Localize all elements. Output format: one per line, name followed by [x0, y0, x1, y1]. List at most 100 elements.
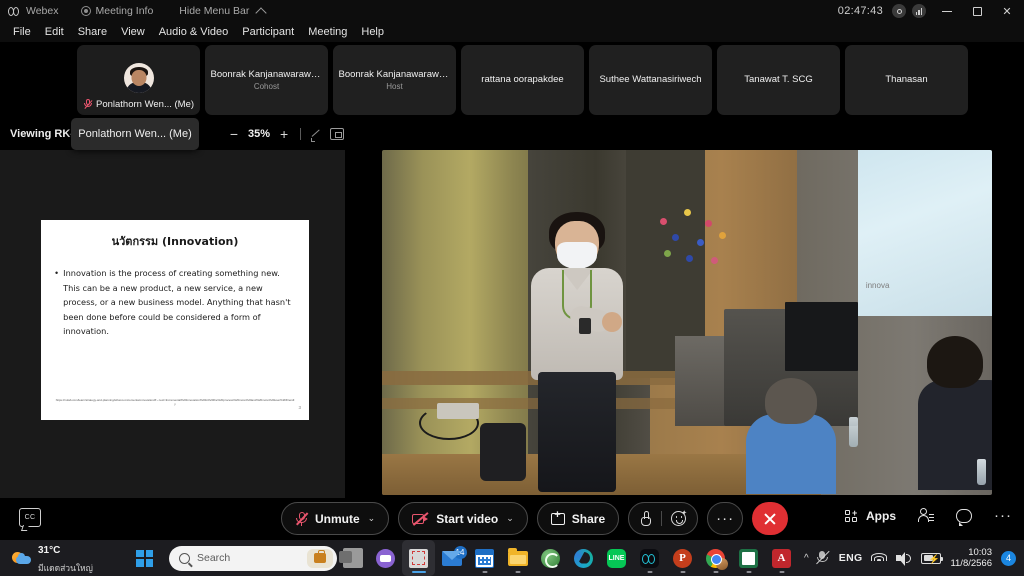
powerpoint-icon: P [673, 548, 692, 568]
zoom-level: 35% [248, 128, 271, 140]
clock[interactable]: 10:03 11/8/2566 [950, 547, 992, 570]
menu-view[interactable]: View [114, 24, 152, 40]
audience-member [888, 336, 992, 495]
speaker-icon[interactable] [896, 551, 912, 566]
acrobat-icon: A [772, 548, 791, 568]
chevron-down-icon[interactable]: ⌄ [368, 513, 376, 524]
active-speaker-video[interactable]: innova [382, 150, 992, 495]
info-circle-icon [80, 6, 91, 16]
language-indicator[interactable]: ENG [839, 552, 863, 564]
participants-icon[interactable] [918, 508, 934, 523]
start-button-icon[interactable] [136, 549, 153, 567]
shared-content-pane[interactable]: นวัตกรรม (Innovation) • Innovation is th… [0, 150, 345, 498]
unmute-button[interactable]: Unmute ⌄ [281, 502, 390, 535]
window-controls: 02:47:43 ✕ [838, 0, 1024, 22]
taskbar-acrobat[interactable]: A [765, 540, 798, 576]
share-screen-icon [550, 510, 565, 525]
weather-description: มีแดดส่วนใหญ่ [38, 564, 93, 574]
taskbar-snipping-tool[interactable] [402, 540, 435, 576]
taskbar-xbox[interactable] [534, 540, 567, 576]
hide-menu-bar-button[interactable]: Hide Menu Bar [179, 5, 268, 19]
participant-thumbnail[interactable]: Tanawat T. SCG [717, 45, 840, 115]
menu-file[interactable]: File [6, 24, 38, 40]
participant-tooltip: Ponlathorn Wen... (Me) [71, 118, 199, 150]
battery-charging-icon[interactable]: ⚡ [921, 552, 944, 564]
menu-edit[interactable]: Edit [38, 24, 71, 40]
taskbar-line[interactable]: LINE [600, 540, 633, 576]
divider [661, 511, 663, 526]
taskbar-chrome[interactable] [699, 540, 732, 576]
presenter-figure [522, 212, 632, 495]
taskbar-apps: 14 LINE P A ^ [336, 540, 809, 576]
start-video-button[interactable]: Start video ⌄ [398, 502, 528, 535]
webex-logo-icon [8, 6, 21, 17]
apps-label: Apps [866, 508, 896, 523]
slide-body-text: Innovation is the process of creating so… [63, 268, 291, 337]
zoom-controls: − 35% + [224, 124, 347, 144]
show-hidden-icons-icon[interactable]: ^ [804, 553, 809, 564]
search-input[interactable]: Search [169, 545, 337, 571]
participant-thumbnail-self[interactable]: Ponlathorn Wen... (Me) [77, 45, 200, 115]
webex-meeting-window: Webex Meeting Info Hide Menu Bar 02:47:4… [0, 0, 1024, 576]
pen-annotate-icon[interactable] [307, 124, 327, 144]
divider [300, 128, 302, 140]
menu-audio-video[interactable]: Audio & Video [152, 24, 236, 40]
taskbar-edge[interactable] [567, 540, 600, 576]
share-button[interactable]: Share [536, 502, 620, 535]
participant-name: Ponlathorn Wen... (Me) [96, 98, 195, 110]
end-meeting-button[interactable] [752, 502, 789, 535]
menu-help[interactable]: Help [354, 24, 391, 40]
taskbar-webex[interactable] [633, 540, 666, 576]
app-name: Webex [26, 5, 59, 17]
close-button[interactable]: ✕ [992, 0, 1022, 22]
wifi-icon[interactable] [871, 552, 888, 565]
reactions-smiley-icon[interactable]: ✦ [671, 510, 687, 526]
chevron-down-icon[interactable]: ⌄ [506, 513, 514, 524]
participant-name: Boonrak Kanjanawarawa... [338, 68, 451, 80]
chat-bubble-icon[interactable] [956, 508, 972, 526]
taskbar-mail[interactable]: 14 [435, 540, 468, 576]
avatar [123, 63, 154, 93]
record-circle-icon[interactable] [892, 4, 906, 18]
meeting-timer: 02:47:43 [837, 5, 883, 17]
weather-widget[interactable]: 31°C มีแดดส่วนใหญ่ [12, 540, 93, 576]
participant-thumbnail-host[interactable]: Boonrak Kanjanawarawa... Host [333, 45, 456, 115]
maximize-button[interactable] [962, 0, 992, 22]
taskbar-task-view[interactable] [336, 540, 369, 576]
apps-button[interactable]: + Apps [845, 508, 896, 523]
menu-meeting[interactable]: Meeting [301, 24, 354, 40]
fit-to-screen-icon[interactable] [327, 124, 347, 144]
menu-participant[interactable]: Participant [235, 24, 301, 40]
clock-time: 10:03 [968, 546, 992, 558]
webex-brand: Webex [8, 5, 59, 17]
participant-thumbnail[interactable]: rattana oorapakdee [461, 45, 584, 115]
taskbar-excel[interactable] [732, 540, 765, 576]
taskbar-webex-meetings[interactable] [369, 540, 402, 576]
more-options-button[interactable]: ··· [707, 502, 744, 535]
participant-name: Thanasan [885, 74, 928, 86]
participant-thumbnail[interactable]: Thanasan [845, 45, 968, 115]
zoom-out-button[interactable]: − [224, 124, 244, 144]
minimize-button[interactable] [932, 0, 962, 22]
cc-label: CC [24, 514, 36, 521]
meeting-info-button[interactable]: Meeting Info [80, 5, 153, 17]
search-icon [179, 552, 190, 564]
raise-hand-icon[interactable] [640, 511, 652, 526]
unmute-label: Unmute [315, 511, 360, 526]
taskbar-powerpoint[interactable]: P [666, 540, 699, 576]
menu-bar: File Edit Share View Audio & Video Parti… [0, 22, 1024, 42]
menu-share[interactable]: Share [71, 24, 114, 40]
primary-controls: Unmute ⌄ Start video ⌄ Share ✦ [281, 502, 789, 535]
participant-thumbnail-cohost[interactable]: Boonrak Kanjanawarawa... Cohost [205, 45, 328, 115]
weather-sun-cloud-icon [12, 549, 32, 567]
network-quality-icon[interactable] [912, 4, 926, 18]
participant-thumbnail[interactable]: Suthee Wattanasiriwech [589, 45, 712, 115]
taskbar-file-explorer[interactable] [501, 540, 534, 576]
closed-caption-icon[interactable]: CC [19, 508, 41, 527]
notification-badge[interactable]: 4 [1001, 550, 1016, 566]
zoom-in-button[interactable]: + [274, 124, 294, 144]
camera-off-icon [412, 512, 429, 526]
taskbar-calendar[interactable] [468, 540, 501, 576]
mic-muted-tray-icon[interactable] [815, 550, 830, 566]
mail-badge-count: 14 [453, 545, 467, 559]
